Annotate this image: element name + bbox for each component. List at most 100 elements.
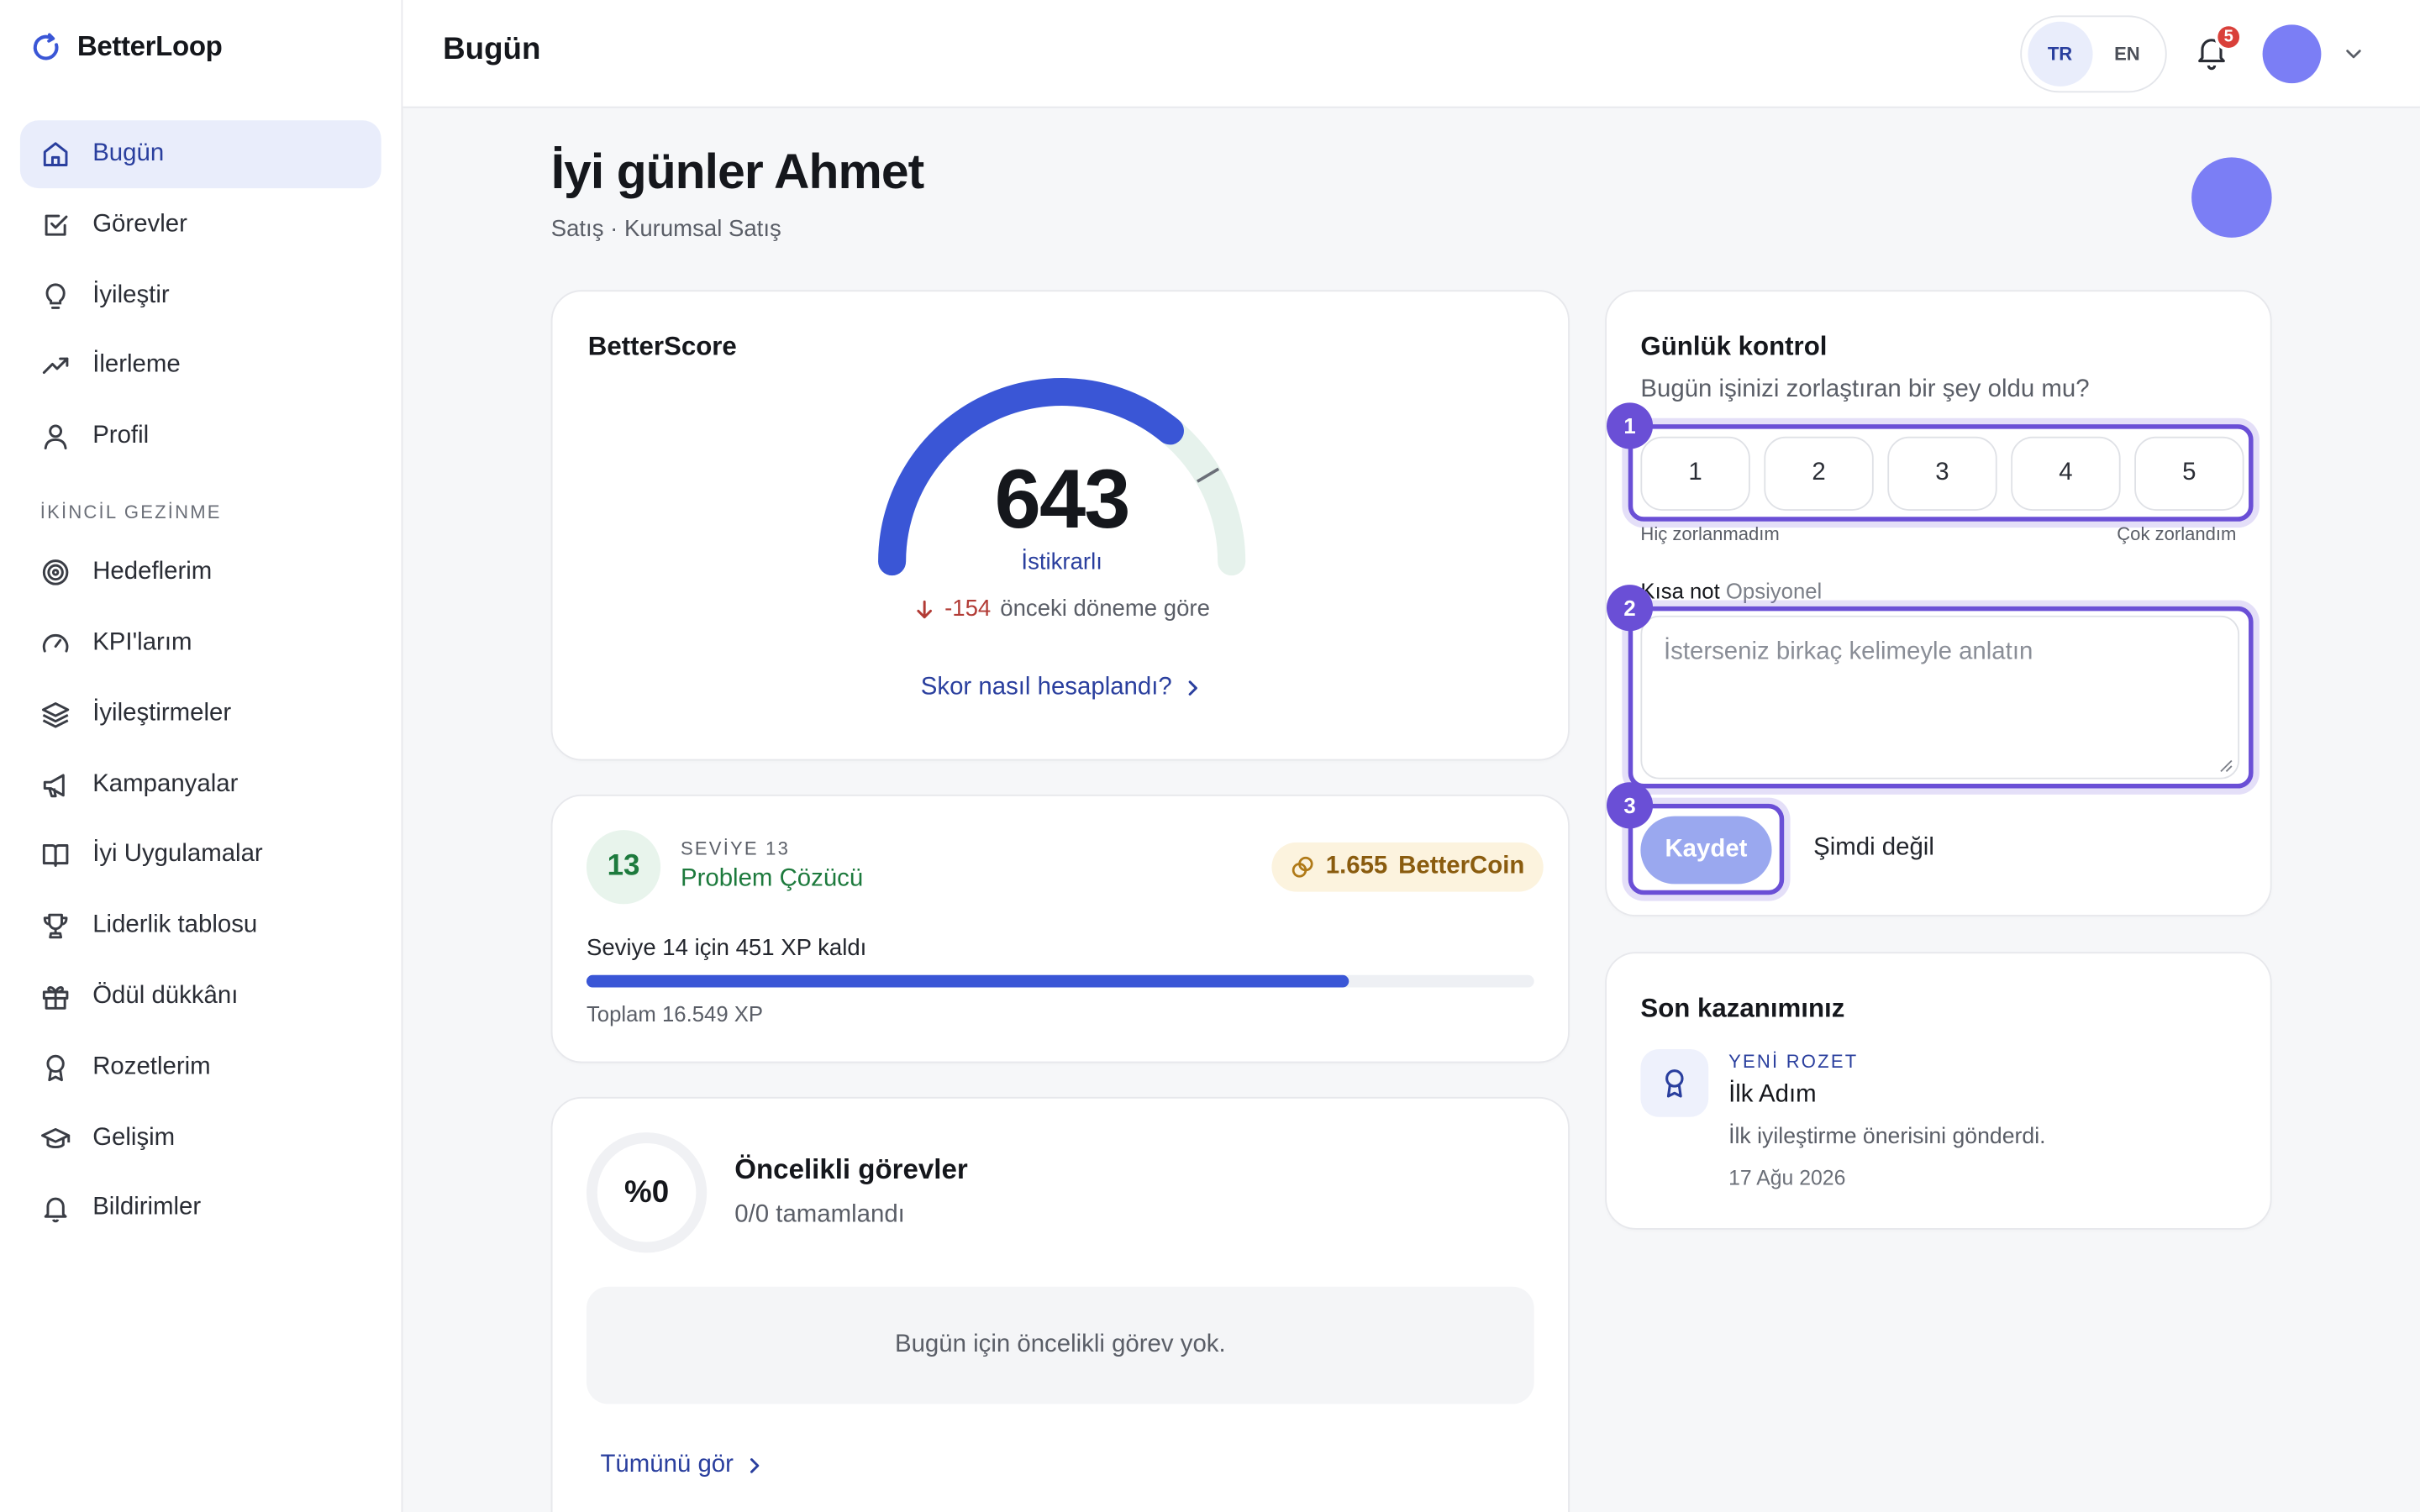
avatar[interactable] (2262, 24, 2322, 84)
trophy-icon (43, 914, 68, 939)
sidebar-item-label: Bugün (92, 140, 165, 167)
sidebar-item-label: İyi Uygulamalar (92, 841, 263, 868)
xp-progress-fill (586, 974, 1349, 988)
daily-check-question: Bugün işinizi zorlaştıran bir şey oldu m… (1640, 376, 2090, 403)
sidebar-item-label: Bildirimler (92, 1194, 202, 1221)
sidebar-item-label: Görevler (92, 211, 187, 238)
recent-badge-date: 17 Ağu 2026 (1728, 1166, 1846, 1190)
lang-tr-button[interactable]: TR (2028, 21, 2092, 87)
score-value: 643 (994, 453, 1131, 547)
bell-icon (44, 1198, 67, 1223)
page-title: Bugün (443, 32, 541, 66)
xp-remaining: Seviye 14 için 451 XP kaldı (586, 935, 867, 962)
chevron-down-icon[interactable] (2343, 43, 2365, 65)
sidebar-item-label: Rozetlerim (92, 1053, 211, 1080)
recent-badge-name: İlk Adım (1728, 1081, 1817, 1108)
xp-progress-bar (586, 974, 1534, 988)
scale-high-label: Çok zorlandım (2117, 522, 2237, 545)
page: BetterLoop Bugün Görevler İyileştir İler… (0, 0, 2420, 1512)
gift-icon (42, 985, 69, 1010)
sidebar-item-label: KPI'larım (92, 629, 192, 656)
tasks-empty-state: Bugün için öncelikli görev yok. (586, 1286, 1534, 1404)
coins-icon (1292, 856, 1313, 878)
score-status: İstikrarlı (1021, 549, 1102, 576)
recent-kicker: YENİ ROZET (1728, 1050, 1859, 1073)
highlight-note (1628, 606, 2254, 789)
recent-achievement-title: Son kazanımınız (1640, 993, 1845, 1023)
highlight-marker-2: 2 (1607, 585, 1654, 632)
highlight-rating (1628, 424, 2254, 522)
megaphone-icon (43, 773, 65, 797)
highlight-marker-1: 1 (1607, 402, 1654, 449)
layers-icon (41, 701, 70, 728)
brand-name: BetterLoop (76, 30, 223, 62)
sidebar-item-gorevler[interactable]: Görevler (20, 191, 381, 259)
see-all-link[interactable]: Tümünü gör (600, 1452, 764, 1479)
level-name: Problem Çözücü (680, 865, 864, 892)
sidebar-item-gelisim[interactable]: Gelişim (20, 1104, 381, 1172)
betterscore-card: BetterScore 643 İstikrarlı -154 önceki d… (550, 290, 1571, 761)
tasks-progress-ring: %0 (586, 1132, 708, 1253)
primary-nav: Bugün Görevler İyileştir İlerleme Profil… (19, 120, 381, 1245)
sidebar-item-label: Ödül dükkânı (92, 982, 239, 1010)
sidebar-item-hedeflerim[interactable]: Hedeflerim (20, 538, 381, 606)
sidebar-item-iyilestir[interactable]: İyileştir (20, 261, 381, 329)
scale-low-label: Hiç zorlanmadım (1640, 522, 1780, 545)
sidebar-item-label: Kampanyalar (92, 770, 239, 797)
graduation-cap-icon (41, 1127, 71, 1148)
sidebar-item-bugun[interactable]: Bugün (19, 120, 381, 189)
coin-amount: 1.655 (1325, 853, 1388, 879)
level-kicker: SEVİYE 13 (680, 837, 791, 860)
sidebar-item-profil[interactable]: Profil (20, 403, 381, 471)
sidebar-item-bildirimler[interactable]: Bildirimler (20, 1174, 381, 1242)
topbar: Bugün TR EN 5 (402, 0, 2420, 108)
highlight-save (1628, 803, 1785, 895)
lightbulb-icon (45, 282, 66, 309)
arrow-down-icon (917, 599, 933, 618)
sidebar-item-label: İyileştirmeler (92, 700, 232, 727)
badge-icon (46, 1054, 65, 1081)
tasks-percent: %0 (624, 1174, 670, 1210)
score-delta: -154 önceki döneme göre (553, 596, 1571, 622)
recent-badge-description: İlk iyileştirme önerisini gönderdi. (1728, 1124, 2046, 1150)
book-icon (42, 844, 69, 868)
chevron-right-icon (750, 1458, 760, 1473)
recent-achievement-card: Son kazanımınız YENİ ROZET İlk Adım İlk … (1605, 952, 2272, 1230)
score-explain-label: Skor nasıl hesaplandı? (920, 674, 1172, 701)
sidebar-item-kampanyalar[interactable]: Kampanyalar (20, 751, 381, 819)
sidebar: BetterLoop Bugün Görevler İyileştir İler… (0, 0, 403, 1512)
profile-avatar[interactable] (2191, 157, 2272, 238)
sidebar-item-liderlik[interactable]: Liderlik tablosu (20, 892, 381, 960)
see-all-label: Tümünü gör (600, 1452, 734, 1478)
score-delta-value: -154 (944, 595, 992, 622)
note-label: Kısa not Opsiyonel (1640, 579, 1822, 603)
sidebar-item-label: Profil (92, 423, 150, 449)
sidebar-item-iyi-uygulamalar[interactable]: İyi Uygulamalar (20, 822, 381, 890)
score-delta-suffix: önceki döneme göre (1000, 595, 1210, 622)
chevron-right-icon (1189, 680, 1198, 696)
home-icon (43, 142, 68, 166)
sidebar-item-iyilestirmeler[interactable]: İyileştirmeler (20, 680, 381, 748)
badge-icon-box (1640, 1048, 1709, 1117)
note-label-text: Kısa not (1640, 578, 1720, 604)
sidebar-item-label: İyileştir (92, 281, 170, 308)
sidebar-item-kpilarim[interactable]: KPI'larım (20, 609, 381, 677)
not-now-button[interactable]: Şimdi değil (1813, 835, 1934, 863)
brand[interactable]: BetterLoop (31, 31, 223, 64)
sidebar-item-rozetlerim[interactable]: Rozetlerim (20, 1033, 381, 1101)
gauge-icon (42, 633, 69, 653)
priority-tasks-card: %0 Öncelikli görevler 0/0 tamamlandı Bug… (550, 1096, 1570, 1512)
notification-count-badge: 5 (2214, 23, 2243, 51)
coin-balance: 1.655 BetterCoin (1271, 842, 1544, 892)
daily-check-card: Günlük kontrol Bugün işinizi zorlaştıran… (1605, 290, 2272, 916)
sidebar-item-ilerleme[interactable]: İlerleme (20, 333, 381, 401)
level-number-badge: 13 (586, 830, 661, 905)
score-explain-link[interactable]: Skor nasıl hesaplandı? (553, 675, 1571, 702)
language-switcher: TR EN (2020, 15, 2167, 93)
sidebar-item-label: Gelişim (92, 1124, 176, 1151)
target-icon (42, 559, 69, 586)
sidebar-item-odul-dukkani[interactable]: Ödül dükkânı (20, 963, 381, 1031)
department-subtitle: Satış · Kurumsal Satış (550, 216, 781, 243)
lang-en-button[interactable]: EN (2095, 22, 2159, 87)
award-icon (1665, 1069, 1684, 1098)
